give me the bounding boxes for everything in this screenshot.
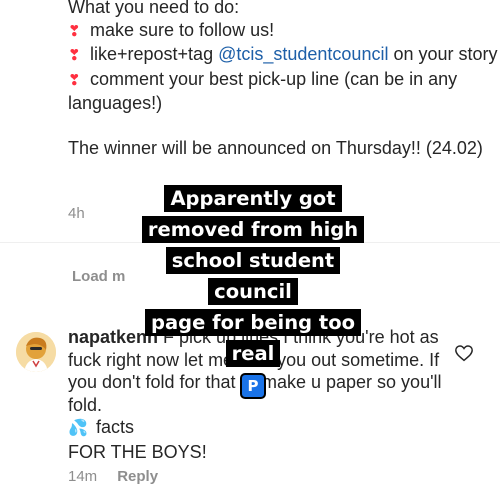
caption-timestamp: 4h [68, 205, 85, 222]
parking-badge-icon: P [240, 372, 266, 399]
caption-heading: What you need to do: [68, 0, 240, 17]
caption-item: ❣ comment your best pick-up line (can be … [68, 68, 458, 114]
overlay-line: Apparently got [164, 185, 342, 212]
overlay-caption: Apparently got removed from high school … [127, 183, 379, 400]
comment-meta: 14m Reply [68, 468, 158, 485]
overlay-line: school student council [165, 247, 341, 305]
exclamation-heart-icon: ❣ [68, 22, 81, 40]
mention-link[interactable]: @tcis_studentcouncil [218, 44, 388, 64]
exclamation-heart-icon: ❣ [68, 71, 81, 89]
comment-line: FOR THE BOYS! [68, 441, 207, 462]
caption-item: ❣ like+repost+tag @tcis_studentcouncil on… [68, 43, 498, 68]
post-caption: What you need to do: ❣ make sure to follo… [68, 0, 498, 160]
comment-timestamp: 14m [68, 468, 98, 485]
exclamation-heart-icon: ❣ [68, 47, 81, 65]
reply-button[interactable]: Reply [117, 468, 158, 485]
caption-announcement: The winner will be announced on Thursday… [68, 137, 483, 158]
load-more-comments-button[interactable]: Load m [72, 268, 125, 285]
caption-item: ❣ make sure to follow us! [68, 19, 498, 44]
overlay-line: page for being too real [145, 309, 361, 367]
overlay-line: removed from high [141, 216, 365, 243]
sweat-droplets-icon: 💦 [68, 420, 88, 437]
like-heart-icon[interactable] [454, 344, 474, 362]
comment-line: 💦 facts [68, 416, 448, 441]
avatar[interactable] [16, 332, 56, 372]
